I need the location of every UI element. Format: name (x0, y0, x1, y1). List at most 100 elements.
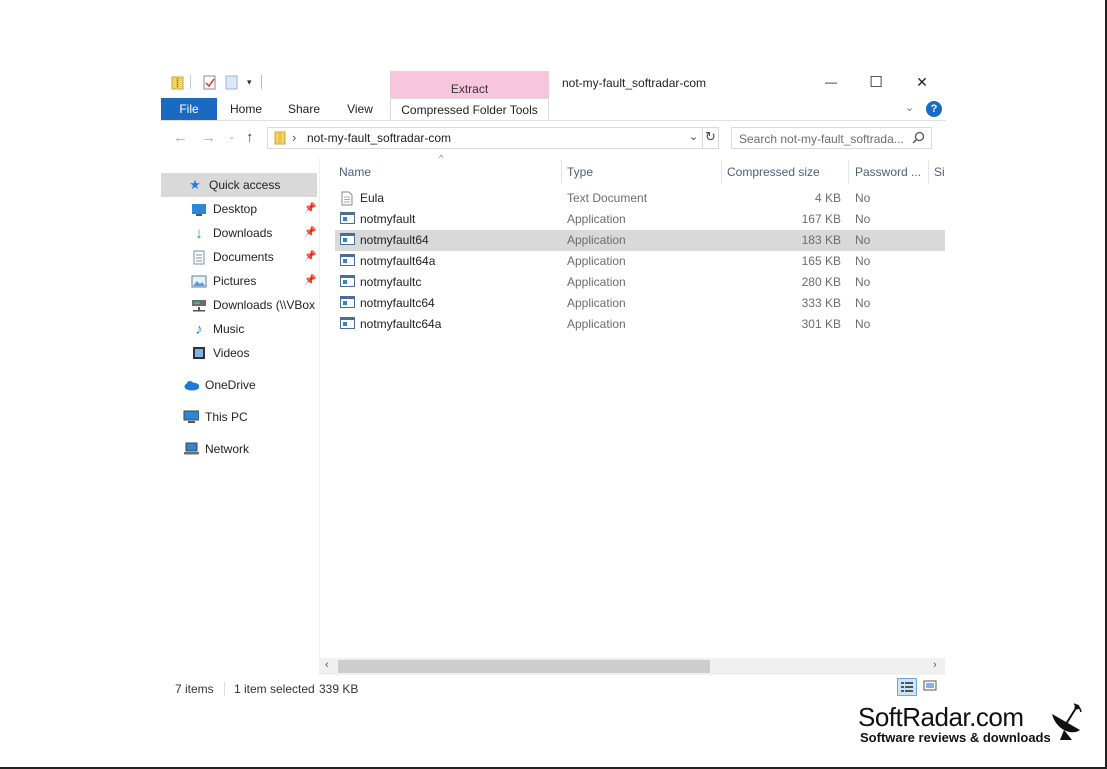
file-type: Application (567, 317, 626, 331)
address-divider (702, 128, 703, 148)
nav-label: Music (213, 322, 245, 336)
desktop-icon (191, 202, 207, 216)
tab-compressed-folder-tools[interactable]: Compressed Folder Tools (390, 98, 549, 120)
nav-item-music[interactable]: ♪ Music (191, 317, 244, 341)
scrollbar-thumb[interactable] (338, 660, 710, 673)
file-size: 280 KB (801, 275, 841, 289)
file-size: 183 KB (801, 233, 841, 247)
file-row[interactable]: notmyfault Application 167 KB No (335, 209, 945, 230)
ribbon-tabs: File Home Share View Compressed Folder T… (161, 98, 946, 120)
expand-ribbon-icon[interactable]: ⌄ (905, 101, 914, 114)
text-file-icon (340, 191, 354, 206)
nav-item-network-downloads[interactable]: Downloads (\\VBox (191, 293, 315, 317)
address-bar[interactable]: › not-my-fault_softradar-com ⌄ ↻ (267, 127, 719, 149)
tab-view[interactable]: View (337, 98, 383, 120)
pin-icon[interactable]: 📌 (304, 227, 316, 238)
minimize-button[interactable]: — (808, 68, 854, 96)
pin-icon[interactable]: 📌 (304, 275, 316, 286)
details-view-button[interactable] (897, 678, 917, 696)
file-name: notmyfaultc (360, 275, 422, 289)
customize-qat-icon[interactable]: ▾ (247, 77, 252, 88)
sort-ascending-icon: ^ (439, 153, 444, 163)
file-name: notmyfault64 (360, 233, 429, 247)
file-size: 4 KB (814, 191, 841, 205)
app-icon (340, 233, 355, 245)
tab-home[interactable]: Home (221, 98, 271, 120)
file-password: No (855, 317, 871, 331)
up-icon[interactable]: ↑ (246, 129, 254, 146)
network-drive-icon (191, 298, 207, 312)
recent-locations-icon[interactable]: ⌄ (228, 131, 236, 142)
zip-folder-icon (274, 131, 286, 148)
nav-item-documents[interactable]: Documents (191, 245, 274, 269)
properties-icon[interactable] (203, 75, 216, 90)
nav-item-network[interactable]: Network (183, 437, 249, 461)
file-row[interactable]: notmyfault64a Application 165 KB No (335, 251, 945, 272)
column-header-size[interactable]: Si (934, 160, 946, 184)
tab-share[interactable]: Share (279, 98, 329, 120)
column-divider[interactable] (561, 160, 562, 184)
scroll-left-icon[interactable]: ‹ (325, 659, 329, 671)
file-row[interactable]: notmyfaultc Application 280 KB No (335, 272, 945, 293)
address-dropdown-icon[interactable]: ⌄ (689, 130, 698, 143)
zip-folder-icon[interactable] (171, 75, 184, 90)
help-icon[interactable]: ? (926, 101, 942, 117)
new-folder-icon[interactable] (225, 75, 238, 90)
search-icon (912, 131, 925, 147)
app-icon (340, 317, 355, 329)
details-view-icon (901, 682, 913, 692)
nav-item-pictures[interactable]: Pictures (191, 269, 256, 293)
large-icons-view-button[interactable] (921, 678, 941, 696)
downloads-icon: ↓ (195, 224, 203, 242)
column-divider[interactable] (928, 160, 929, 184)
back-icon[interactable]: ← (173, 129, 188, 146)
large-icons-view-icon (923, 680, 937, 691)
file-name: notmyfaultc64 (360, 296, 435, 310)
column-header-type[interactable]: Type (567, 160, 593, 184)
pin-icon[interactable]: 📌 (304, 251, 316, 262)
horizontal-scrollbar[interactable]: ‹ › (319, 658, 945, 675)
forward-icon[interactable]: → (201, 129, 216, 146)
maximize-button[interactable]: ☐ (853, 68, 899, 96)
close-button[interactable]: ✕ (899, 68, 945, 96)
file-type: Application (567, 212, 626, 226)
nav-label: Downloads (\\VBox (213, 298, 316, 312)
nav-label: This PC (205, 410, 248, 424)
file-type: Application (567, 254, 626, 268)
onedrive-icon (183, 378, 199, 392)
nav-item-onedrive[interactable]: OneDrive (183, 373, 256, 397)
nav-label: Documents (213, 250, 274, 264)
column-header-name[interactable]: Name (339, 160, 371, 184)
nav-quick-access[interactable]: ★ Quick access (161, 173, 317, 197)
file-type: Application (567, 275, 626, 289)
file-row-selected[interactable]: notmyfault64 Application 183 KB No (335, 230, 945, 251)
file-row[interactable]: notmyfaultc64a Application 301 KB No (335, 314, 945, 335)
app-icon (340, 275, 355, 287)
nav-label: Videos (213, 346, 250, 360)
file-type: Application (567, 233, 626, 247)
column-divider[interactable] (721, 160, 722, 184)
file-size: 333 KB (801, 296, 841, 310)
star-icon: ★ (189, 177, 201, 192)
tab-file[interactable]: File (161, 98, 217, 120)
file-name: notmyfault64a (360, 254, 436, 268)
navigation-pane: ★ Quick access Desktop 📌 ↓ Downloads 📌 D… (161, 168, 319, 673)
nav-item-videos[interactable]: Videos (191, 341, 249, 365)
refresh-icon[interactable]: ↻ (705, 129, 716, 145)
nav-item-this-pc[interactable]: This PC (183, 405, 248, 429)
column-header-password[interactable]: Password ... (855, 160, 921, 184)
column-divider[interactable] (848, 160, 849, 184)
file-row[interactable]: notmyfaultc64 Application 333 KB No (335, 293, 945, 314)
documents-icon (191, 250, 207, 264)
breadcrumb-current[interactable]: not-my-fault_softradar-com (307, 131, 451, 145)
nav-item-downloads[interactable]: ↓ Downloads (191, 221, 272, 245)
column-header-compressed-size[interactable]: Compressed size (727, 160, 820, 184)
nav-item-desktop[interactable]: Desktop (191, 197, 257, 221)
search-input[interactable]: Search not-my-fault_softrada... (731, 127, 932, 149)
scroll-right-icon[interactable]: › (933, 659, 937, 671)
file-password: No (855, 275, 871, 289)
file-row[interactable]: Eula Text Document 4 KB No (335, 188, 945, 209)
radar-dish-icon (1046, 700, 1086, 745)
status-divider (224, 682, 225, 696)
pin-icon[interactable]: 📌 (304, 203, 316, 214)
